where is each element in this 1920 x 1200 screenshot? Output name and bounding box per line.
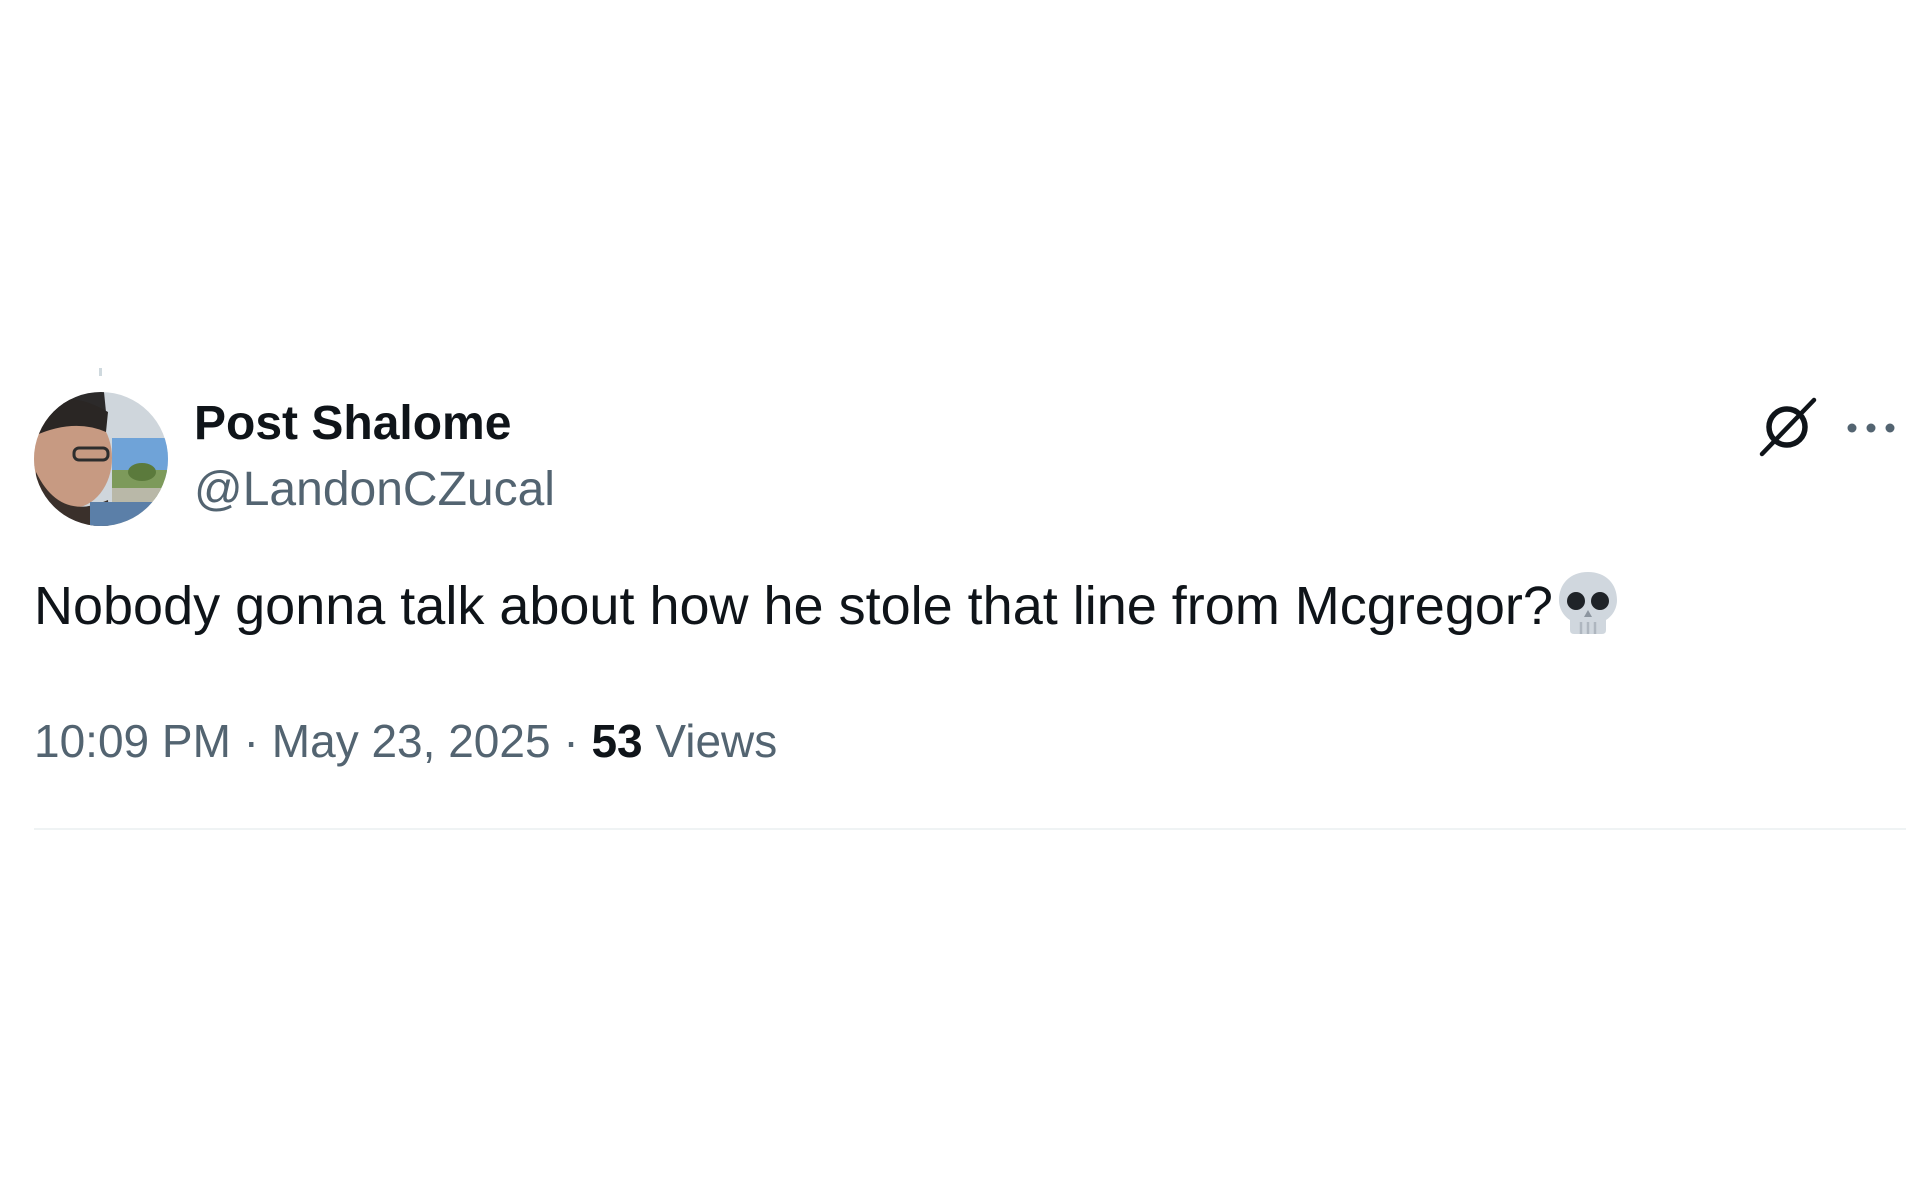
post-card: Post Shalome @LandonCZucal Nobody gonna … [34, 360, 1906, 830]
post-header: Post Shalome @LandonCZucal [34, 392, 1906, 526]
divider [34, 828, 1906, 830]
meta-separator: · [230, 715, 272, 767]
grok-icon [1759, 397, 1817, 457]
meta-separator: · [550, 715, 592, 767]
avatar-photo [34, 392, 168, 526]
more-options-button[interactable] [1840, 396, 1902, 458]
post-text: Nobody gonna talk about how he stole tha… [34, 570, 1619, 639]
more-options-icon [1847, 423, 1895, 433]
post-body: Nobody gonna talk about how he stole tha… [34, 576, 1553, 636]
views-label: Views [642, 715, 778, 767]
post-metadata: 10:09 PM · May 23, 2025 · 53 Views [34, 714, 777, 768]
author-handle[interactable]: @LandonCZucal [194, 462, 555, 517]
thread-line-stub [99, 368, 102, 376]
views-count: 53 [591, 715, 643, 767]
skull-emoji-icon [1557, 570, 1619, 636]
grok-button[interactable] [1756, 396, 1818, 458]
post-date[interactable]: May 23, 2025 [272, 715, 551, 767]
author-avatar[interactable] [34, 392, 168, 526]
author-display-name[interactable]: Post Shalome [194, 396, 511, 451]
post-time[interactable]: 10:09 PM [34, 715, 231, 767]
